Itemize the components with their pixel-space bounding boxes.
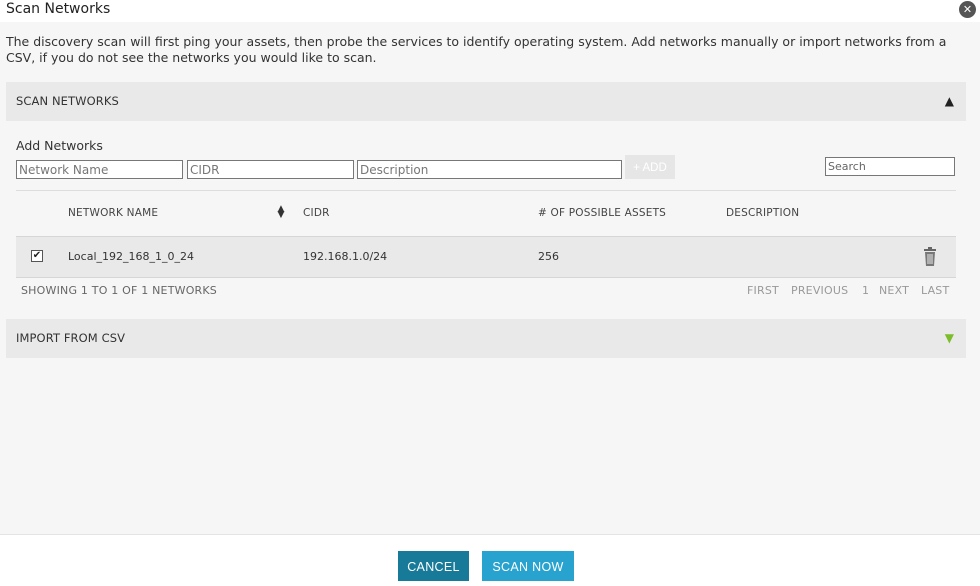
description-input[interactable] [357,160,622,179]
table-row[interactable]: ✔ Local_192_168_1_0_24 192.168.1.0/24 25… [16,236,956,278]
column-header-cidr: CIDR [303,207,330,219]
row-checkbox[interactable]: ✔ [31,250,43,262]
divider [16,190,956,191]
close-icon[interactable]: ✕ [959,1,976,18]
title-bar: Scan Networks ✕ [0,0,980,22]
pager-page[interactable]: 1 [862,284,869,297]
pager-last[interactable]: LAST [921,284,949,297]
pager-previous[interactable]: PREVIOUS [791,284,848,297]
cancel-button[interactable]: CANCEL [398,551,469,581]
cidr-input[interactable] [187,160,354,179]
caret-up-icon[interactable]: ▲ [945,94,954,108]
scan-networks-title: SCAN NETWORKS [16,94,119,108]
dialog-footer: CANCEL SCAN NOW [0,534,980,586]
pager-first[interactable]: FIRST [747,284,779,297]
search-input[interactable] [825,157,955,176]
intro-text: The discovery scan will first ping your … [6,34,947,65]
network-name-cell: Local_192_168_1_0_24 [68,250,194,263]
network-name-input[interactable] [16,160,183,179]
cidr-cell: 192.168.1.0/24 [303,250,388,263]
showing-count: SHOWING 1 TO 1 OF 1 NETWORKS [21,284,217,297]
scan-now-button[interactable]: SCAN NOW [482,551,574,581]
column-header-possible-assets: # OF POSSIBLE ASSETS [538,207,667,219]
dialog-content: The discovery scan will first ping your … [0,22,980,534]
add-networks-label: Add Networks [16,138,103,153]
scan-networks-panel-header[interactable]: SCAN NETWORKS ▲ [6,82,966,121]
sort-icon[interactable]: ▲ ▼ [276,205,286,220]
add-network-button[interactable]: + ADD [625,155,675,179]
column-header-description: DESCRIPTION [726,207,800,219]
pager-next[interactable]: NEXT [879,284,909,297]
trash-icon[interactable] [922,247,938,267]
import-csv-title: IMPORT FROM CSV [16,331,126,345]
column-header-network-name[interactable]: NETWORK NAME [68,207,158,219]
import-csv-panel-header[interactable]: IMPORT FROM CSV ▼ [6,319,966,358]
possible-assets-cell: 256 [538,250,559,263]
caret-down-icon[interactable]: ▼ [945,331,954,345]
window-title: Scan Networks [6,1,111,17]
